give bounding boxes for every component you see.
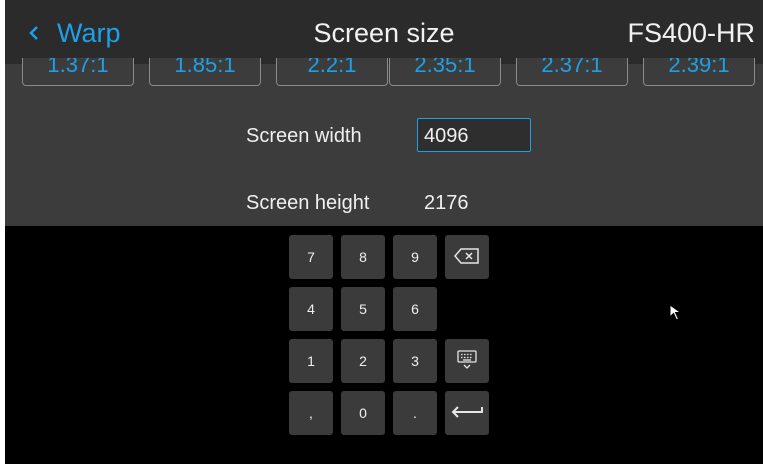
key-period[interactable]: .: [393, 391, 437, 435]
screen-width-label: Screen width: [246, 125, 362, 147]
key-4[interactable]: 4: [289, 287, 333, 331]
aspect-ratio-buttons: 1.37:1 1.85:1 2.2:1 2.35:1 2.37:1 2.39:1: [5, 58, 763, 88]
ratio-button-2-39[interactable]: 2.39:1: [643, 58, 755, 86]
ratio-button-2-2[interactable]: 2.2:1: [276, 58, 388, 86]
enter-arrow-icon: [450, 405, 484, 422]
app-frame: Warp Screen size FS400-HR 1.37:1 1.85:1 …: [5, 0, 763, 464]
key-5[interactable]: 5: [341, 287, 385, 331]
key-7[interactable]: 7: [289, 235, 333, 279]
screen-height-value: 2176: [424, 192, 469, 214]
enter-key[interactable]: [445, 391, 489, 435]
key-3[interactable]: 3: [393, 339, 437, 383]
key-1[interactable]: 1: [289, 339, 333, 383]
key-2[interactable]: 2: [341, 339, 385, 383]
screen-height-label: Screen height: [246, 192, 370, 214]
ratio-button-2-35[interactable]: 2.35:1: [389, 58, 501, 86]
settings-panel: 1.37:1 1.85:1 2.2:1 2.35:1 2.37:1 2.39:1…: [5, 58, 763, 226]
key-8[interactable]: 8: [341, 235, 385, 279]
screen-width-input[interactable]: 4096: [417, 118, 531, 152]
hide-keyboard-key[interactable]: [445, 339, 489, 383]
backspace-icon: [454, 247, 480, 267]
key-9[interactable]: 9: [393, 235, 437, 279]
device-model: FS400-HR: [627, 18, 755, 48]
key-comma[interactable]: ,: [289, 391, 333, 435]
mouse-pointer-icon: [669, 304, 685, 322]
ratio-button-1-37[interactable]: 1.37:1: [22, 58, 134, 86]
keyboard-hide-icon: [456, 349, 478, 374]
ratio-button-1-85[interactable]: 1.85:1: [149, 58, 261, 86]
key-0[interactable]: 0: [341, 391, 385, 435]
ratio-button-2-37[interactable]: 2.37:1: [516, 58, 628, 86]
key-6[interactable]: 6: [393, 287, 437, 331]
backspace-key[interactable]: [445, 235, 489, 279]
header-bar: Warp Screen size FS400-HR: [5, 0, 763, 64]
